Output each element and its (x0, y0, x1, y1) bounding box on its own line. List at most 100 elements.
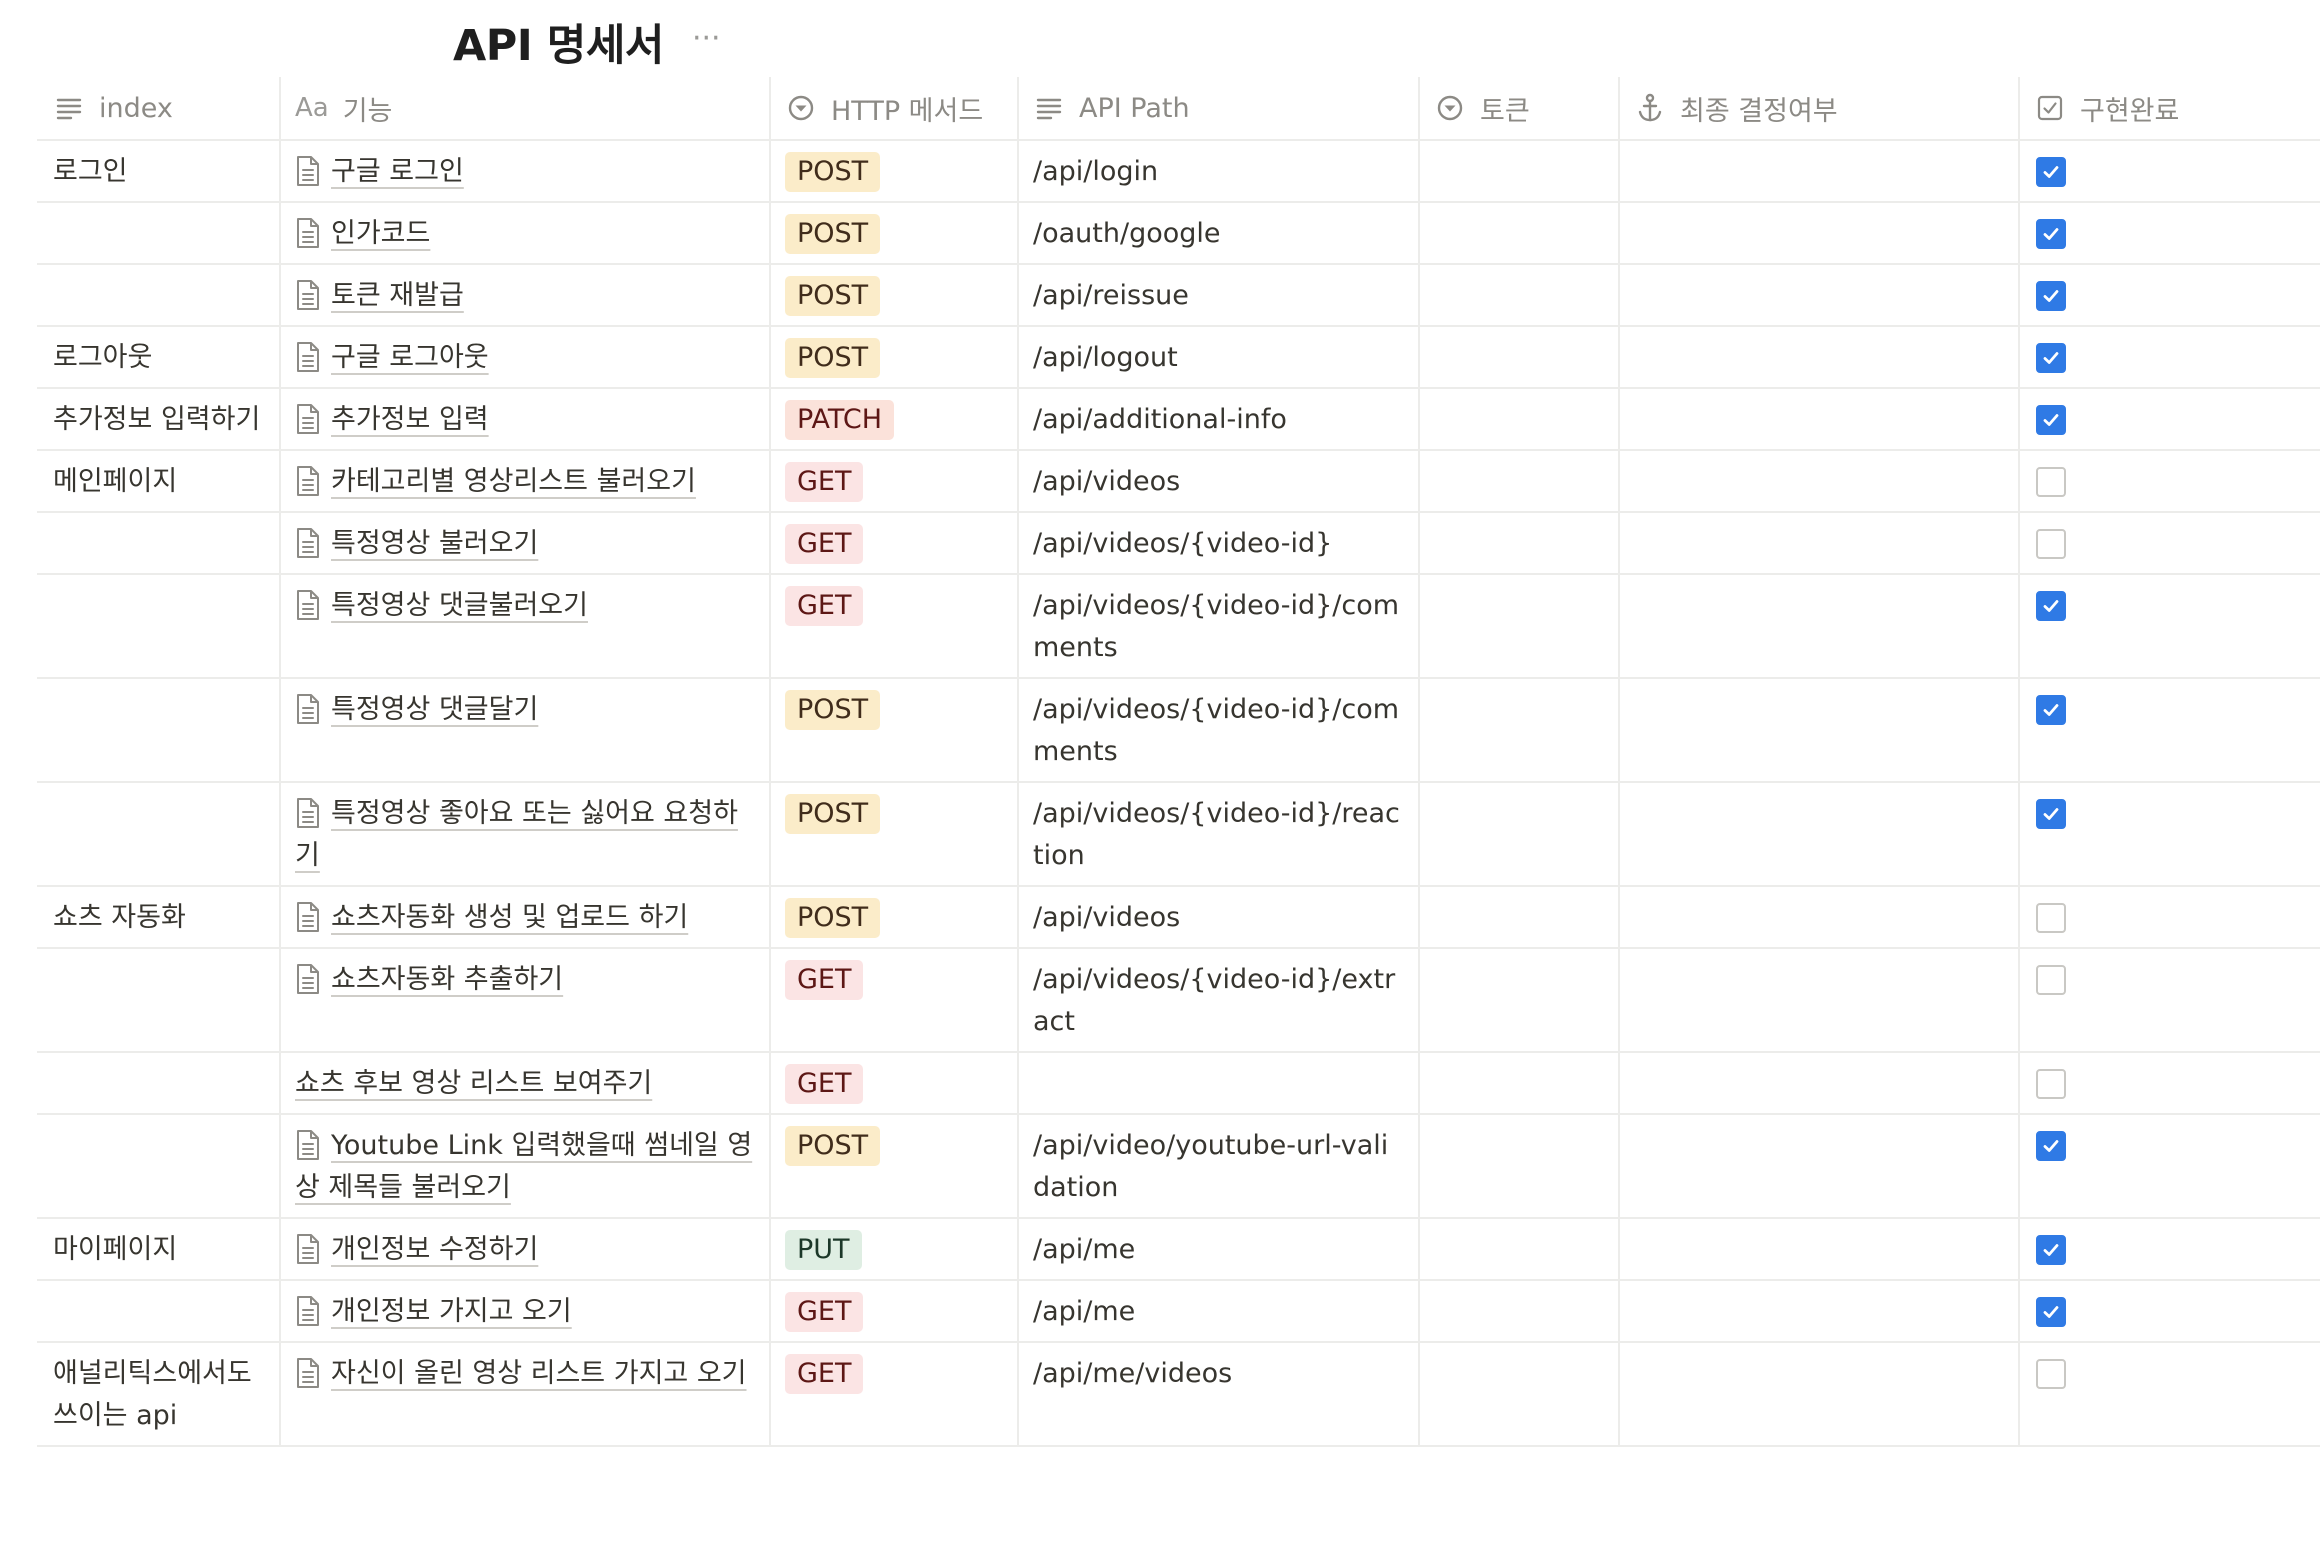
cell-final-decision[interactable] (1619, 388, 2020, 451)
cell-api-path[interactable] (1018, 1052, 1420, 1115)
cell-final-decision[interactable] (1619, 1342, 2020, 1447)
cell-api-path[interactable]: /api/logout (1018, 326, 1420, 389)
cell-index[interactable] (37, 678, 281, 783)
cell-final-decision[interactable] (1619, 140, 2020, 203)
cell-final-decision[interactable] (1619, 886, 2020, 949)
function-title-link[interactable]: 특정영상 좋아요 또는 싫어요 요청하기 (295, 798, 738, 871)
cell-api-path[interactable]: /api/me/videos (1018, 1342, 1420, 1447)
table-row[interactable]: 쇼츠 후보 영상 리스트 보여주기 GET (37, 1052, 2320, 1115)
cell-function[interactable]: 구글 로그아웃 (280, 326, 771, 389)
implemented-checkbox-unchecked[interactable] (2036, 1359, 2066, 1389)
cell-function[interactable]: 특정영상 댓글달기 (280, 678, 771, 783)
cell-function[interactable]: 특정영상 댓글불러오기 (280, 574, 771, 679)
cell-index[interactable] (37, 948, 281, 1053)
cell-function[interactable]: 구글 로그인 (280, 140, 771, 203)
cell-token[interactable] (1419, 512, 1620, 575)
implemented-checkbox-checked[interactable] (2036, 1131, 2066, 1161)
cell-final-decision[interactable] (1619, 1052, 2020, 1115)
cell-final-decision[interactable] (1619, 678, 2020, 783)
cell-http-method[interactable]: GET (770, 512, 1019, 575)
cell-http-method[interactable]: POST (770, 678, 1019, 783)
cell-function[interactable]: 쇼츠 후보 영상 리스트 보여주기 (280, 1052, 771, 1115)
cell-index[interactable] (37, 202, 281, 265)
cell-index[interactable]: 로그아웃 (37, 326, 281, 389)
cell-token[interactable] (1419, 1052, 1620, 1115)
table-row[interactable]: 특정영상 댓글불러오기 GET/api/videos/{video-id}/com… (37, 574, 2320, 679)
cell-token[interactable] (1419, 948, 1620, 1053)
cell-function[interactable]: 추가정보 입력 (280, 388, 771, 451)
cell-index[interactable]: 메인페이지 (37, 450, 281, 513)
table-row[interactable]: 메인페이지 카테고리별 영상리스트 불러오기 GET/api/videos (37, 450, 2320, 513)
function-title-link[interactable]: 카테고리별 영상리스트 불러오기 (331, 466, 696, 497)
more-horizontal-icon[interactable]: ··· (692, 24, 721, 54)
function-title-link[interactable]: 쇼츠 후보 영상 리스트 보여주기 (295, 1068, 652, 1099)
column-header-http-method[interactable]: HTTP 메서드 (770, 77, 1019, 141)
cell-index[interactable]: 쇼츠 자동화 (37, 886, 281, 949)
cell-final-decision[interactable] (1619, 948, 2020, 1053)
cell-final-decision[interactable] (1619, 202, 2020, 265)
cell-token[interactable] (1419, 450, 1620, 513)
cell-api-path[interactable]: /api/videos/{video-id}/reaction (1018, 782, 1420, 887)
cell-index[interactable] (37, 1280, 281, 1343)
implemented-checkbox-checked[interactable] (2036, 281, 2066, 311)
implemented-checkbox-checked[interactable] (2036, 343, 2066, 373)
function-title-link[interactable]: 개인정보 가지고 오기 (331, 1296, 572, 1327)
cell-api-path[interactable]: /api/videos/{video-id}/comments (1018, 678, 1420, 783)
table-row[interactable]: 마이페이지 개인정보 수정하기 PUT/api/me (37, 1218, 2320, 1281)
function-title-link[interactable]: 추가정보 입력 (331, 404, 489, 435)
cell-function[interactable]: 카테고리별 영상리스트 불러오기 (280, 450, 771, 513)
cell-final-decision[interactable] (1619, 574, 2020, 679)
column-header-index[interactable]: index (37, 77, 281, 141)
cell-http-method[interactable]: GET (770, 1280, 1019, 1343)
cell-token[interactable] (1419, 886, 1620, 949)
cell-token[interactable] (1419, 574, 1620, 679)
cell-final-decision[interactable] (1619, 450, 2020, 513)
implemented-checkbox-checked[interactable] (2036, 591, 2066, 621)
cell-http-method[interactable]: POST (770, 202, 1019, 265)
function-title-link[interactable]: 자신이 올린 영상 리스트 가지고 오기 (331, 1358, 747, 1389)
cell-function[interactable]: 자신이 올린 영상 리스트 가지고 오기 (280, 1342, 771, 1447)
implemented-checkbox-checked[interactable] (2036, 157, 2066, 187)
cell-http-method[interactable]: PATCH (770, 388, 1019, 451)
cell-index[interactable] (37, 782, 281, 887)
function-title-link[interactable]: 쇼츠자동화 생성 및 업로드 하기 (331, 902, 688, 933)
cell-http-method[interactable]: GET (770, 1342, 1019, 1447)
implemented-checkbox-checked[interactable] (2036, 219, 2066, 249)
cell-token[interactable] (1419, 264, 1620, 327)
cell-final-decision[interactable] (1619, 1114, 2020, 1219)
table-row[interactable]: 개인정보 가지고 오기 GET/api/me (37, 1280, 2320, 1343)
function-title-link[interactable]: 토큰 재발급 (331, 280, 464, 311)
cell-api-path[interactable]: /api/videos/{video-id}/comments (1018, 574, 1420, 679)
cell-token[interactable] (1419, 1218, 1620, 1281)
cell-index[interactable]: 추가정보 입력하기 (37, 388, 281, 451)
function-title-link[interactable]: 특정영상 댓글불러오기 (331, 590, 588, 621)
cell-index[interactable]: 로그인 (37, 140, 281, 203)
cell-http-method[interactable]: POST (770, 1114, 1019, 1219)
cell-function[interactable]: 쇼츠자동화 추출하기 (280, 948, 771, 1053)
cell-index[interactable]: 마이페이지 (37, 1218, 281, 1281)
cell-http-method[interactable]: POST (770, 140, 1019, 203)
cell-index[interactable] (37, 1114, 281, 1219)
table-row[interactable]: 추가정보 입력하기 추가정보 입력 PATCH/api/additional-inf… (37, 388, 2320, 451)
function-title-link[interactable]: 구글 로그아웃 (331, 342, 489, 373)
function-title-link[interactable]: 인가코드 (331, 218, 430, 249)
cell-final-decision[interactable] (1619, 326, 2020, 389)
cell-api-path[interactable]: /api/me (1018, 1280, 1420, 1343)
table-row[interactable]: Youtube Link 입력했을때 썸네일 영상 제목들 불러오기 POST/a… (37, 1114, 2320, 1219)
cell-final-decision[interactable] (1619, 512, 2020, 575)
cell-api-path[interactable]: /api/login (1018, 140, 1420, 203)
cell-function[interactable]: 토큰 재발급 (280, 264, 771, 327)
table-row[interactable]: 로그아웃 구글 로그아웃 POST/api/logout (37, 326, 2320, 389)
cell-index[interactable] (37, 264, 281, 327)
cell-token[interactable] (1419, 1280, 1620, 1343)
cell-http-method[interactable]: GET (770, 450, 1019, 513)
function-title-link[interactable]: 특정영상 불러오기 (331, 528, 538, 559)
cell-final-decision[interactable] (1619, 1218, 2020, 1281)
implemented-checkbox-unchecked[interactable] (2036, 467, 2066, 497)
cell-final-decision[interactable] (1619, 1280, 2020, 1343)
implemented-checkbox-unchecked[interactable] (2036, 1069, 2066, 1099)
cell-final-decision[interactable] (1619, 264, 2020, 327)
column-header-final-decision[interactable]: 최종 결정여부 (1619, 77, 2020, 141)
cell-http-method[interactable]: GET (770, 574, 1019, 679)
table-row[interactable]: 특정영상 불러오기 GET/api/videos/{video-id} (37, 512, 2320, 575)
